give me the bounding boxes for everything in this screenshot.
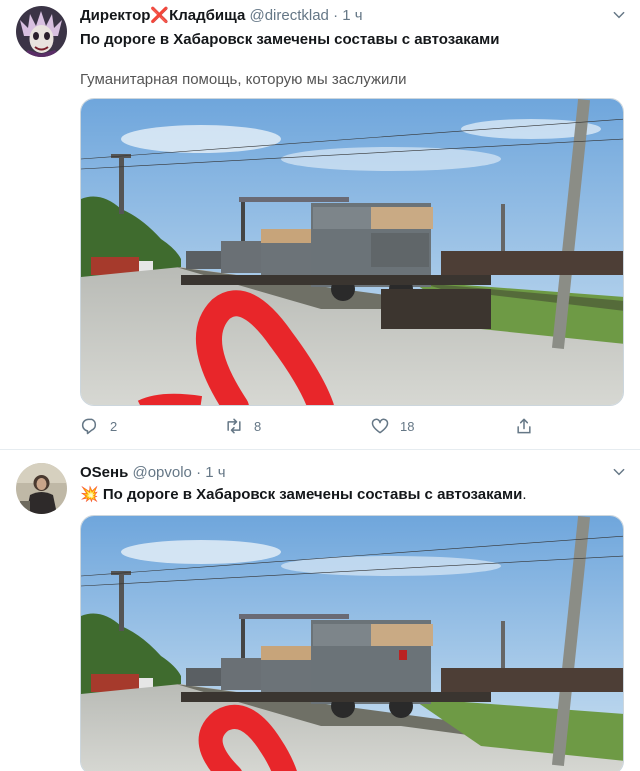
author-name[interactable]: OSень (80, 464, 128, 481)
tweet[interactable]: OSень @opvolo · 1 ч 💥 По дороге в Хабаро… (0, 451, 640, 771)
like-button[interactable]: 18 (370, 416, 414, 436)
tweet-headline-period: . (522, 486, 527, 503)
retweet-count: 8 (254, 418, 262, 434)
tweet[interactable]: Директор❌Кладбища @directklad · 1 ч По д… (0, 0, 640, 450)
like-count: 18 (400, 418, 415, 434)
author-handle[interactable]: @directklad (249, 7, 328, 24)
tweet-headline: 💥 По дороге в Хабаровск замечены составы… (80, 485, 624, 505)
retweet-icon (227, 418, 241, 434)
share-icon (517, 418, 531, 434)
separator: · (196, 464, 202, 481)
caret-down-icon[interactable] (612, 8, 626, 22)
tweet-headline: По дороге в Хабаровск замечены составы с… (80, 31, 500, 48)
like-icon (371, 418, 389, 434)
reply-icon (81, 418, 97, 435)
reply-button[interactable]: 2 (80, 416, 117, 436)
retweet-button[interactable]: 8 (224, 416, 261, 436)
tweet-photo[interactable] (80, 515, 624, 771)
author-name[interactable]: Директор❌Кладбища (80, 7, 245, 24)
tweet-body: Гуманитарная помощь, которую мы заслужил… (80, 71, 407, 88)
caret-down-icon[interactable] (612, 465, 626, 479)
share-button[interactable] (514, 416, 534, 436)
tweet-actions: 2 8 18 (80, 416, 550, 442)
avatar[interactable] (16, 463, 67, 514)
tweet-header: Директор❌Кладбища @directklad · 1 ч (80, 6, 600, 26)
reply-count: 2 (110, 418, 118, 434)
tweet-photo[interactable] (80, 98, 624, 406)
separator: · (333, 7, 339, 24)
avatar[interactable] (16, 6, 67, 57)
collision-emoji-icon: 💥 (80, 486, 99, 503)
timestamp[interactable]: 1 ч (342, 7, 362, 24)
timestamp[interactable]: 1 ч (205, 464, 225, 481)
tweet-headline-text: По дороге в Хабаровск замечены составы с… (102, 486, 523, 503)
tweet-header: OSень @opvolo · 1 ч (80, 463, 600, 483)
author-handle[interactable]: @opvolo (132, 464, 191, 481)
